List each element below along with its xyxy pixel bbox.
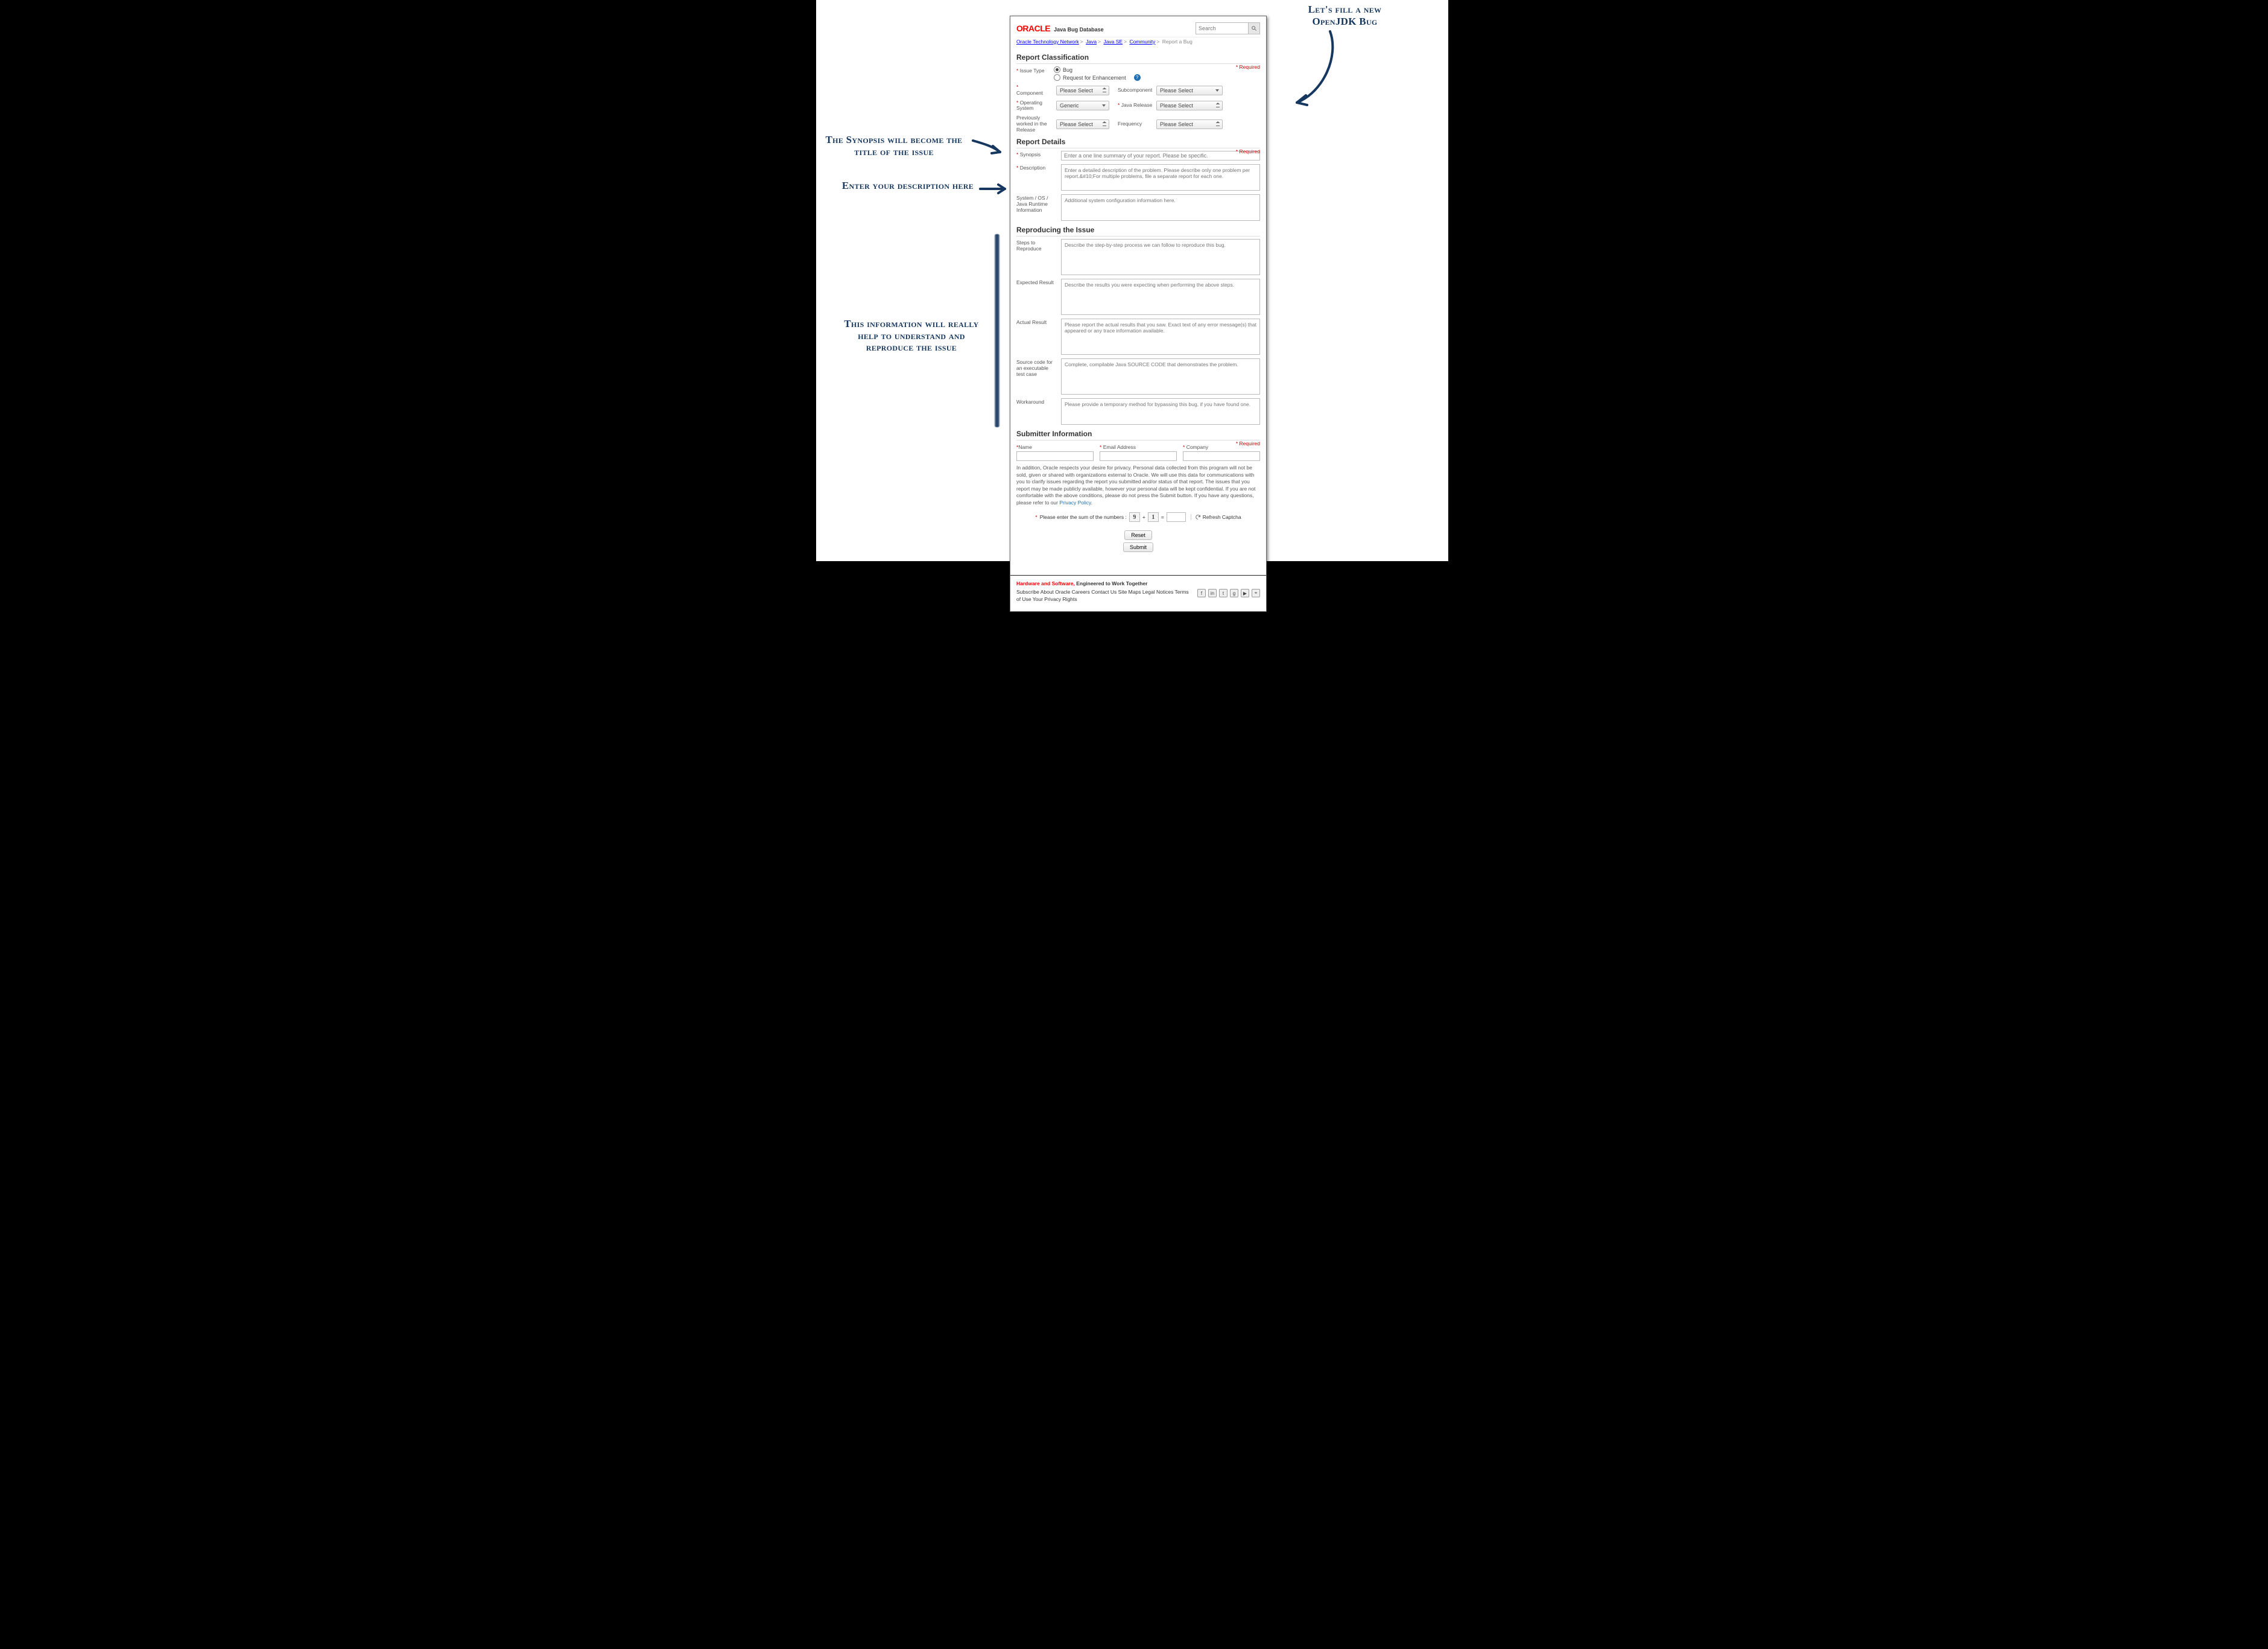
source-textarea[interactable] <box>1061 358 1260 395</box>
issue-type-label: * Issue Type <box>1016 66 1054 74</box>
logo-subtitle: Java Bug Database <box>1054 27 1104 33</box>
expected-label: Expected Result <box>1016 279 1057 315</box>
component-label: *Component <box>1016 84 1054 97</box>
section-heading-reproduce: Reproducing the Issue <box>1016 226 1260 237</box>
workaround-textarea[interactable] <box>1061 398 1260 425</box>
synopsis-label: * Synopsis <box>1016 151 1057 160</box>
company-input[interactable] <box>1183 451 1260 461</box>
window-header: ORACLE Java Bug Database <box>1016 20 1260 37</box>
search-icon <box>1251 25 1257 31</box>
workaround-label: Workaround <box>1016 398 1057 425</box>
runtime-textarea[interactable] <box>1061 194 1260 221</box>
required-indicator: * Required <box>1236 64 1260 70</box>
radio-icon <box>1054 66 1060 73</box>
search-box <box>1196 22 1260 34</box>
java-release-label: * Java Release <box>1118 103 1154 109</box>
reset-button[interactable]: Reset <box>1124 530 1152 540</box>
breadcrumb-link[interactable]: Oracle Technology Network <box>1016 39 1079 45</box>
captcha-prompt: Please enter the sum of the numbers : <box>1040 514 1127 520</box>
actual-label: Actual Result <box>1016 319 1057 355</box>
steps-textarea[interactable] <box>1061 239 1260 275</box>
captcha-answer-input[interactable] <box>1167 512 1186 522</box>
os-select[interactable]: Generic <box>1056 101 1109 110</box>
refresh-icon <box>1195 514 1201 520</box>
prev-release-select[interactable]: Please Select <box>1056 119 1109 129</box>
name-input[interactable] <box>1016 451 1094 461</box>
source-label: Source code for an executable test case <box>1016 358 1057 395</box>
section-heading-details: Report Details <box>1016 138 1260 148</box>
facebook-icon[interactable]: f <box>1197 589 1206 597</box>
annotation-brush-stroke <box>994 234 1000 427</box>
refresh-captcha-button[interactable]: Refresh Captcha <box>1191 514 1241 520</box>
radio-icon <box>1054 74 1060 81</box>
os-label: * Operating System <box>1016 100 1054 112</box>
required-indicator: * Required <box>1236 440 1260 446</box>
captcha-row: * Please enter the sum of the numbers : … <box>1016 512 1260 522</box>
issue-type-option-rfe[interactable]: Request for Enhancement ? <box>1054 74 1260 81</box>
email-input[interactable] <box>1100 451 1177 461</box>
captcha-number-b: 1 <box>1148 512 1159 522</box>
steps-label: Steps to Reproduce <box>1016 239 1057 275</box>
oracle-wordmark: ORACLE <box>1016 24 1050 33</box>
description-label: * Description <box>1016 164 1057 191</box>
search-button[interactable] <box>1248 22 1260 34</box>
actual-textarea[interactable] <box>1061 319 1260 355</box>
synopsis-input[interactable] <box>1061 151 1260 160</box>
linkedin-icon[interactable]: in <box>1208 589 1217 597</box>
youtube-icon[interactable]: ▶ <box>1241 589 1249 597</box>
footer-tagline: Hardware and Software, Engineered to Wor… <box>1016 580 1260 586</box>
section-heading-classification: Report Classification <box>1016 53 1260 64</box>
required-indicator: * Required <box>1236 148 1260 154</box>
search-input[interactable] <box>1196 22 1248 34</box>
privacy-policy-link[interactable]: Privacy Policy <box>1059 500 1091 506</box>
google-icon[interactable]: g <box>1230 589 1238 597</box>
component-select[interactable]: Please Select <box>1056 86 1109 95</box>
help-icon[interactable]: ? <box>1134 74 1141 81</box>
frequency-select[interactable]: Please Select <box>1156 119 1223 129</box>
breadcrumb: Oracle Technology Network> Java> Java SE… <box>1016 37 1260 48</box>
issue-type-option-bug[interactable]: Bug <box>1054 66 1260 73</box>
section-heading-submitter: Submitter Information <box>1016 430 1260 440</box>
subcomponent-label: Subcomponent <box>1118 87 1154 94</box>
breadcrumb-current: Report a Bug <box>1162 39 1193 45</box>
form-buttons: Reset Submit <box>1016 530 1260 552</box>
twitter-icon[interactable]: t <box>1219 589 1227 597</box>
issue-type-radio-group: Bug Request for Enhancement ? <box>1054 66 1260 81</box>
submit-button[interactable]: Submit <box>1123 542 1153 552</box>
captcha-number-a: 9 <box>1129 512 1140 522</box>
footer-links[interactable]: Subscribe About Oracle Careers Contact U… <box>1016 589 1191 603</box>
breadcrumb-link[interactable]: Java <box>1086 39 1097 45</box>
breadcrumb-link[interactable]: Community <box>1129 39 1155 45</box>
description-textarea[interactable] <box>1061 164 1260 191</box>
oracle-logo: ORACLE Java Bug Database <box>1016 24 1104 33</box>
runtime-label: System / OS / Java Runtime Information <box>1016 194 1057 221</box>
social-icons: f in t g ▶ ⌖ <box>1197 589 1260 597</box>
privacy-text: In addition, Oracle respects your desire… <box>1016 465 1260 506</box>
breadcrumb-link[interactable]: Java SE <box>1103 39 1123 45</box>
expected-textarea[interactable] <box>1061 279 1260 315</box>
subcomponent-select[interactable]: Please Select <box>1156 86 1223 95</box>
frequency-label: Frequency <box>1118 121 1154 127</box>
page-footer: Hardware and Software, Engineered to Wor… <box>1010 575 1266 611</box>
name-label: *Name <box>1016 444 1094 450</box>
prev-release-label: Previously worked in the Release <box>1016 115 1054 133</box>
bug-report-window: ORACLE Java Bug Database Oracle Technolo… <box>1010 16 1267 612</box>
java-release-select[interactable]: Please Select <box>1156 101 1223 110</box>
email-label: * Email Address <box>1100 444 1177 450</box>
rss-icon[interactable]: ⌖ <box>1252 589 1260 597</box>
